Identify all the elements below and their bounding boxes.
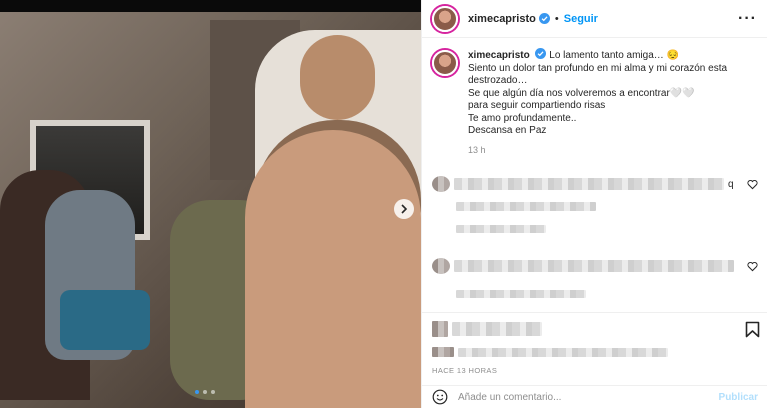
header-username[interactable]: ximecapristo [468,13,536,25]
photo-child-pants [60,290,150,350]
comment-avatar-blurred[interactable] [432,176,450,192]
comment-blurred-text [454,260,734,272]
chevron-right-icon [401,204,408,214]
post-timestamp: HACE 13 HORAS [432,366,498,375]
comment-blurred-line [432,202,762,211]
verified-badge-icon [535,48,547,59]
photo-top-border [0,0,421,12]
photo-man-head [300,35,375,120]
comment-trailing-char: q [728,178,734,190]
caption-line-5: para seguir compartiendo risas [468,100,606,111]
carousel-dot [211,390,215,394]
caption-body: ximecapristo Lo lamento tanto amiga… 😔 S… [468,48,727,156]
caption-time[interactable]: 13 h [468,144,727,157]
header-separator: • [554,12,559,25]
caption-line-6: Te amo profundamente.. [468,112,577,124]
comment-blurred-text [456,202,596,211]
carousel-next-button[interactable] [394,199,414,219]
carousel-dot [195,390,199,394]
like-icon[interactable] [432,321,448,337]
heart-icon[interactable] [747,261,758,272]
avatar[interactable] [432,5,458,32]
caption-username[interactable]: ximecapristo [468,50,530,61]
action-icons-blurred [432,321,758,337]
likes-blurred [432,347,758,357]
photo-woman-selfie [245,130,421,408]
post-caption: ximecapristo Lo lamento tanto amiga… 😔 S… [422,38,767,156]
caption-line-3: destrozado… [468,75,528,86]
likes-text[interactable] [458,347,668,357]
action-icons[interactable] [452,322,542,336]
comment-meta [456,290,586,298]
comment-meta [456,225,546,233]
emoji-icon[interactable] [432,389,448,405]
comment-input[interactable] [458,391,698,403]
add-comment-bar: Publicar [422,385,767,408]
liker-avatars[interactable] [432,347,454,357]
comment-avatar-blurred[interactable] [432,258,450,274]
caption-avatar[interactable] [432,50,458,76]
comment-meta-blurred [432,225,762,233]
carousel-dot [203,390,207,394]
follow-button[interactable]: Seguir [564,13,598,25]
carousel-dots [195,390,215,394]
caption-line-7: Descansa en Paz [468,125,547,136]
caption-line-2: Siento un dolor tan profundo en mi alma … [468,62,728,74]
heart-icon[interactable] [747,179,758,190]
comment-item [432,258,762,298]
caption-text: Lo lamento tanto amiga… 😔 [549,50,680,61]
comment-item: q [432,176,762,233]
caption-line-1: ximecapristo Lo lamento tanto amiga… 😔 [468,48,727,63]
caption-line-4: Se que algún día nos volveremos a encont… [468,87,695,99]
comment-text-blurred: q [432,176,762,192]
publish-button[interactable]: Publicar [719,392,758,403]
post-side-panel: ximecapristo • Seguir ··· ximecapristo L… [421,0,767,408]
post-photo[interactable] [0,0,421,408]
more-options-icon[interactable]: ··· [738,10,757,28]
verified-badge-icon [538,13,550,24]
comment-meta-blurred [432,290,762,298]
comment-text-blurred [432,258,762,274]
post-header: ximecapristo • Seguir ··· [422,0,767,38]
comment-blurred-text [454,178,724,190]
post-actions [422,312,767,365]
bookmark-icon[interactable] [745,321,760,338]
